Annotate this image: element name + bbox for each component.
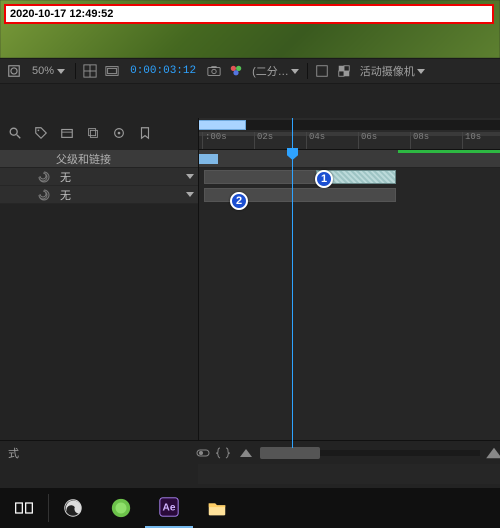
layer-row[interactable]: 无 [0,186,198,204]
divider [307,63,308,79]
active-camera-dropdown[interactable]: 活动摄像机 [358,62,427,80]
chevron-down-icon [417,69,425,74]
taskbar-app-explorer[interactable] [193,488,241,528]
parent-link-column-header: 父级和链接 [0,151,198,167]
fx-icon[interactable] [112,126,128,142]
grid-icon[interactable] [82,63,98,79]
track-row[interactable] [198,168,500,186]
layer-parent-value[interactable]: 无 [56,187,182,203]
work-area-start[interactable] [198,154,218,164]
channel-icon[interactable] [228,63,244,79]
annotation-badge-1: 1 [315,170,333,188]
svg-text:Ae: Ae [163,503,176,514]
time-navigator-thumb[interactable] [198,120,246,130]
zoom-in-icon[interactable] [486,447,500,457]
zoom-slider-thumb[interactable] [260,447,320,459]
safe-zone-icon[interactable] [104,63,120,79]
layer-panel-empty [0,204,198,440]
time-tick: 02s [254,132,273,149]
resolution-dropdown[interactable]: (二分… [250,62,301,80]
time-tick: 06s [358,132,377,149]
layer-list: 无 无 [0,168,198,204]
toggle-switches-icon[interactable] [196,446,210,460]
current-timecode[interactable]: 0:00:03:12 [126,65,200,77]
chevron-down-icon [186,192,194,197]
time-ruler[interactable]: :00s 02s 04s 06s 08s 10s [198,118,500,150]
parent-dropdown[interactable] [182,189,198,201]
transparency-grid-icon[interactable] [336,63,352,79]
work-area-bar[interactable] [198,132,500,136]
render-cache-indicator [398,150,500,153]
parent-dropdown[interactable] [182,171,198,183]
playhead[interactable] [292,118,293,448]
footer-left-label: 式 [0,445,30,461]
time-navigator[interactable] [198,120,500,130]
timeline-zoom-slider[interactable] [260,450,480,456]
search-icon[interactable] [8,126,24,142]
mask-icon[interactable] [6,63,22,79]
timestamp-text: 2020-10-17 12:49:52 [10,8,113,20]
chevron-down-icon [291,69,299,74]
annotation-badge-2: 2 [230,192,248,210]
divider [75,63,76,79]
pickwhip-icon[interactable] [38,171,50,183]
region-icon[interactable] [314,63,330,79]
taskbar-app-green[interactable] [97,488,145,528]
tag-icon[interactable] [34,126,50,142]
layer-indicator-cell [0,189,56,201]
layer-row[interactable]: 无 [0,168,198,186]
snapshot-icon[interactable] [206,63,222,79]
pickwhip-icon[interactable] [38,189,50,201]
brace-icon[interactable] [216,446,230,460]
zoom-level[interactable]: 50% [28,65,69,77]
time-tick: 08s [410,132,429,149]
layer-columns-header: 父级和链接 [0,150,198,168]
time-tick: :00s [202,132,227,149]
time-tick: 04s [306,132,325,149]
chevron-down-icon [186,174,194,179]
timeline-footer: 式 [0,440,500,464]
taskbar-app-after-effects[interactable]: Ae [145,488,193,528]
timeline-panel-tools [0,120,198,148]
chevron-down-icon [57,69,65,74]
layer-parent-value[interactable]: 无 [56,169,182,185]
marker-icon[interactable] [138,126,154,142]
timeline-tracks[interactable] [198,168,500,484]
panel-divider[interactable] [198,118,199,464]
zoom-out-icon[interactable] [240,449,252,457]
layers-icon[interactable] [86,126,102,142]
time-tick: 10s [462,132,481,149]
windows-taskbar: Ae [0,488,500,528]
layer-indicator-cell [0,171,56,183]
footer-controls [190,446,236,460]
box-icon[interactable] [60,126,76,142]
screenshot-timestamp: 2020-10-17 12:49:52 [4,4,494,24]
taskbar-app-obs[interactable] [49,488,97,528]
task-view-button[interactable] [0,488,48,528]
preview-toolbar: 50% 0:00:03:12 (二分… 活动摄像机 [0,58,500,84]
